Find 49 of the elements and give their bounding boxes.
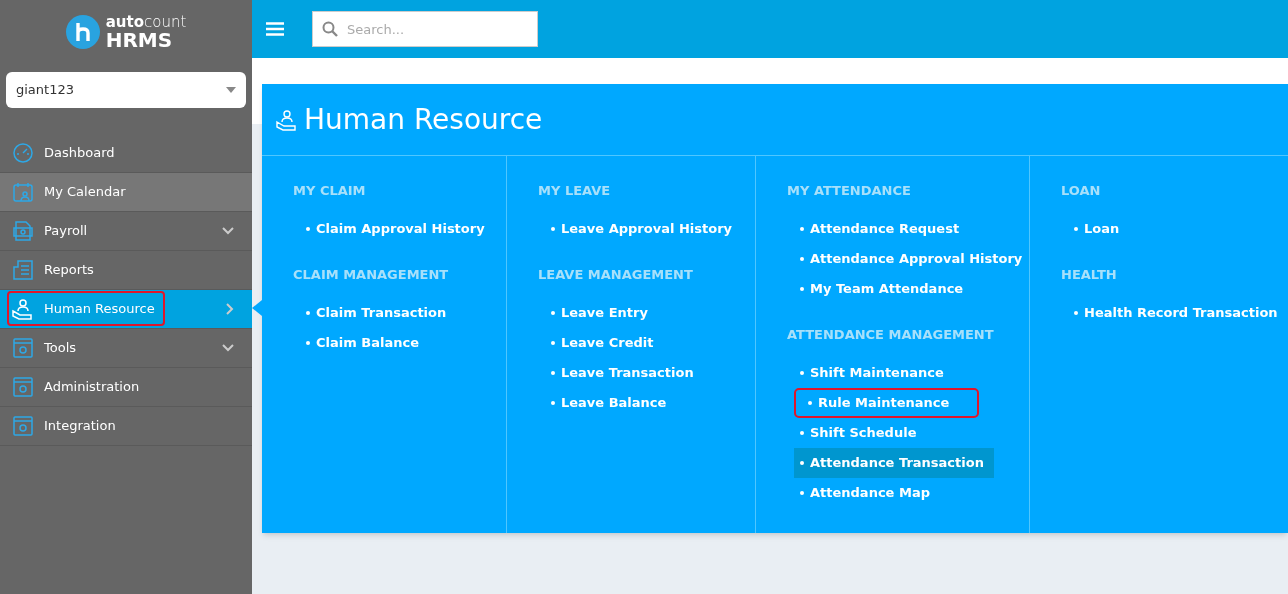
- menu-link[interactable]: Leave Credit: [545, 328, 654, 358]
- window-gear-icon: [12, 376, 34, 398]
- menu-link[interactable]: Leave Entry: [545, 298, 648, 328]
- banknote-icon: [12, 220, 34, 242]
- logo-icon: [65, 15, 100, 49]
- chevron-down-icon: [222, 227, 234, 235]
- menu-link[interactable]: Attendance Request: [794, 214, 960, 244]
- document-icon: [12, 259, 34, 281]
- group-heading: MY CLAIM: [292, 183, 367, 199]
- sidebar-item[interactable]: My Calendar: [0, 173, 252, 212]
- menu-link[interactable]: Leave Approval History: [545, 214, 733, 244]
- group-heading: CLAIM MANAGEMENT: [292, 267, 450, 283]
- group-heading: ATTENDANCE MANAGEMENT: [786, 327, 995, 343]
- window-gear-icon: [12, 337, 34, 359]
- menu-title: Human Resource: [304, 105, 543, 134]
- gauge-icon: [12, 142, 34, 164]
- group-heading: MY LEAVE: [537, 183, 612, 199]
- group-heading: MY ATTENDANCE: [786, 183, 912, 199]
- window-gear-icon: [12, 415, 34, 437]
- group-heading: LEAVE MANAGEMENT: [537, 267, 694, 283]
- company-select[interactable]: giant123: [6, 72, 246, 108]
- chevron-right-icon: [226, 303, 234, 315]
- search-icon: [322, 21, 338, 37]
- group-heading: HEALTH: [1060, 267, 1118, 283]
- hand-person-icon: [276, 108, 298, 131]
- menu-link[interactable]: Attendance Transaction: [794, 448, 994, 478]
- menu-link[interactable]: Claim Transaction: [300, 298, 447, 328]
- menu-link[interactable]: Leave Transaction: [545, 358, 694, 388]
- menu-link[interactable]: Shift Maintenance: [794, 358, 944, 388]
- menu-link[interactable]: Shift Schedule: [794, 418, 917, 448]
- chevron-down-icon: [222, 344, 234, 352]
- menu-link[interactable]: Attendance Approval History: [794, 244, 1023, 274]
- menu-link[interactable]: Claim Approval History: [300, 214, 485, 244]
- menu-link[interactable]: Health Record Transaction: [1068, 298, 1278, 328]
- search-field[interactable]: Search...: [312, 11, 538, 47]
- menu-link[interactable]: Claim Balance: [300, 328, 419, 358]
- caret-icon: [226, 87, 236, 93]
- brand-wordmark: autocount: [105, 14, 187, 30]
- menu-link[interactable]: Loan: [1068, 214, 1120, 244]
- menu-link[interactable]: Attendance Map: [794, 478, 930, 508]
- menu-icon[interactable]: [266, 22, 284, 36]
- menu-link[interactable]: Rule Maintenance: [794, 388, 980, 418]
- menu-link[interactable]: My Team Attendance: [794, 274, 964, 304]
- menu-link[interactable]: Leave Balance: [545, 388, 667, 418]
- group-heading: LOAN: [1060, 183, 1102, 199]
- product-name: HRMS: [105, 29, 174, 50]
- hand-person-icon: [12, 298, 34, 320]
- calendar-icon: [12, 181, 34, 203]
- sidebar-item[interactable]: Human Resource: [0, 290, 252, 329]
